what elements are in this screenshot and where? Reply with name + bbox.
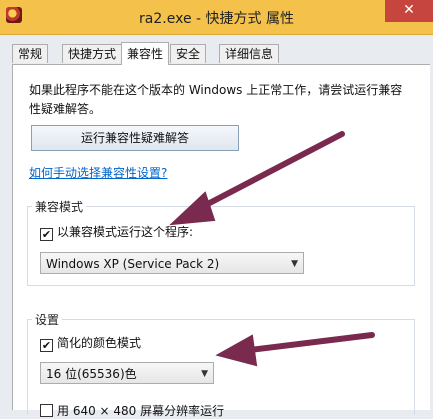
reduced-color-checkbox[interactable]: ✔ bbox=[40, 339, 53, 352]
tab-general[interactable]: 常规 bbox=[12, 44, 49, 63]
title-bar: ra2.exe - 快捷方式 属性 ✕ bbox=[0, 0, 433, 35]
intro-text: 如果此程序不能在这个版本的 Windows 上正常工作，请尝试运行兼容性疑难解答… bbox=[29, 83, 403, 116]
window-title: ra2.exe - 快捷方式 属性 bbox=[139, 11, 294, 27]
low-res-checkbox[interactable] bbox=[40, 404, 53, 417]
os-version-select[interactable]: Windows XP (Service Pack 2) ▼ bbox=[40, 252, 304, 274]
tab-shortcut[interactable]: 快捷方式 bbox=[62, 44, 123, 63]
low-res-label: 用 640 × 480 屏幕分辨率运行 bbox=[57, 404, 225, 418]
reduced-color-label: 简化的颜色模式 bbox=[57, 336, 142, 350]
compat-mode-group-title: 兼容模式 bbox=[32, 198, 87, 215]
tab-security[interactable]: 安全 bbox=[170, 44, 207, 63]
tab-compatibility[interactable]: 兼容性 bbox=[121, 42, 170, 65]
manual-settings-link[interactable]: 如何手动选择兼容性设置? bbox=[29, 164, 167, 181]
settings-group: 设置 ✔ 简化的颜色模式 16 位(65536)色 ▼ 用 640 × 480 屏… bbox=[27, 311, 415, 418]
compat-mode-group: 兼容模式 ✔ 以兼容模式运行这个程序: Windows XP (Service P… bbox=[27, 198, 415, 286]
low-res-checkbox-row[interactable]: 用 640 × 480 屏幕分辨率运行 bbox=[40, 402, 224, 419]
compat-mode-checkbox[interactable]: ✔ bbox=[40, 228, 53, 241]
settings-group-title: 设置 bbox=[32, 311, 63, 328]
close-button[interactable]: ✕ bbox=[385, 0, 433, 22]
color-depth-select[interactable]: 16 位(65536)色 ▼ bbox=[40, 362, 214, 384]
run-troubleshooter-button[interactable]: 运行兼容性疑难解答 bbox=[31, 125, 239, 151]
chevron-down-icon: ▼ bbox=[201, 369, 208, 379]
tab-details[interactable]: 详细信息 bbox=[219, 44, 280, 63]
chevron-down-icon: ▼ bbox=[291, 259, 298, 269]
reduced-color-checkbox-row[interactable]: ✔ 简化的颜色模式 bbox=[40, 334, 141, 352]
compatibility-panel: 如果此程序不能在这个版本的 Windows 上正常工作，请尝试运行兼容性疑难解答… bbox=[12, 64, 430, 418]
compat-mode-label: 以兼容模式运行这个程序: bbox=[57, 225, 194, 239]
compat-mode-checkbox-row[interactable]: ✔ 以兼容模式运行这个程序: bbox=[40, 223, 193, 241]
os-version-value: Windows XP (Service Pack 2) bbox=[46, 257, 220, 271]
color-depth-value: 16 位(65536)色 bbox=[46, 367, 137, 381]
